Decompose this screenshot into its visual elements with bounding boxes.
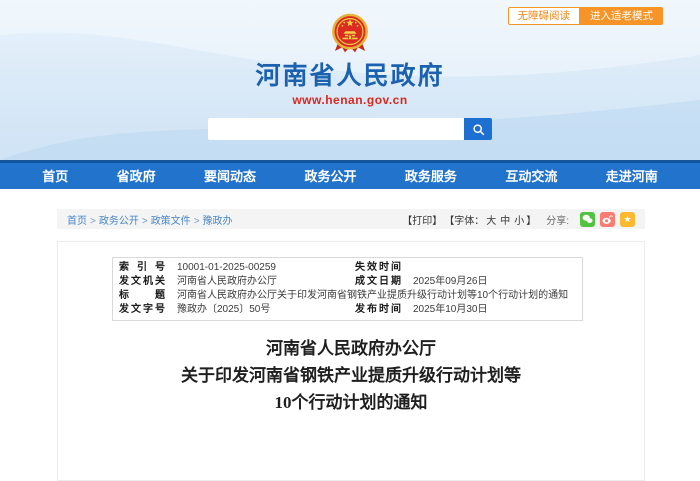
meta-label-expiry-date: 失效时间 (355, 262, 401, 273)
national-emblem-logo (332, 13, 368, 53)
meta-label-index-number: 索引号 (119, 262, 165, 273)
weibo-share-icon[interactable] (600, 211, 615, 227)
breadcrumb-government-affairs[interactable]: 政务公开 (99, 216, 139, 227)
nav-item-government-affairs[interactable]: 政务公开 (304, 162, 356, 191)
search-input[interactable] (208, 118, 464, 140)
document-title-line-2: 关于印发河南省钢铁产业提质升级行动计划等 (181, 366, 521, 385)
breadcrumb: 首页 > 政务公开 > 政策文件 > 豫政办 (67, 212, 233, 227)
search-button[interactable] (464, 118, 492, 140)
document-container: 索引号 10001-01-2025-00259 失效时间 发文机关 河南省人民政… (57, 241, 645, 481)
meta-row-document-number: 发文字号 豫政办〔2025〕50号 发布时间 2025年10月30日 (113, 303, 582, 317)
main-content: 首页 > 政务公开 > 政策文件 > 豫政办 【打印】 【字体：大中小】 分享: ★ (0, 209, 700, 481)
breadcrumb-separator: > (90, 215, 96, 227)
meta-value-index-number: 10001-01-2025-00259 (177, 262, 276, 273)
meta-value-title: 河南省人民政府办公厅关于印发河南省钢铁产业提质升级行动计划等10个行动计划的通知 (177, 290, 569, 301)
print-button[interactable]: 【打印】 (402, 212, 442, 227)
page-tools: 【打印】 【字体：大中小】 分享: ★ (402, 211, 635, 227)
document-meta-table: 索引号 10001-01-2025-00259 失效时间 发文机关 河南省人民政… (112, 257, 583, 321)
accessibility-toolbar: 无障碍阅读 进入适老模式 (507, 7, 663, 25)
document-title-line-1: 河南省人民政府办公厅 (266, 339, 436, 358)
site-url: www.henan.gov.cn (292, 93, 408, 107)
nav-item-about-henan[interactable]: 走进河南 (606, 162, 658, 191)
nav-item-interaction[interactable]: 互动交流 (505, 162, 557, 191)
meta-label-title: 标题 (119, 290, 165, 301)
wechat-share-icon[interactable] (580, 211, 595, 227)
document-title: 河南省人民政府办公厅 关于印发河南省钢铁产业提质升级行动计划等 10个行动计划的… (58, 335, 644, 416)
font-size-medium-button[interactable]: 中 (500, 216, 510, 227)
share-label: 分享: (546, 215, 569, 227)
meta-value-written-date: 2025年09月26日 (413, 276, 488, 287)
meta-value-publish-date: 2025年10月30日 (413, 304, 488, 315)
breadcrumb-toolbar-strip: 首页 > 政务公开 > 政策文件 > 豫政办 【打印】 【字体：大中小】 分享: ★ (57, 209, 645, 229)
breadcrumb-home[interactable]: 首页 (67, 216, 87, 227)
meta-row-issuing-agency: 发文机关 河南省人民政府办公厅 成文日期 2025年09月26日 (113, 275, 582, 289)
site-header: 无障碍阅读 进入适老模式 河南省人民政府 www.henan.gov.cn (0, 0, 700, 160)
font-size-suffix: 】 (526, 215, 537, 227)
breadcrumb-yuzhengban[interactable]: 豫政办 (203, 216, 233, 227)
elder-mode-button[interactable]: 进入适老模式 (580, 7, 663, 25)
site-title: 河南省人民政府 (255, 62, 445, 90)
nav-item-services[interactable]: 政务服务 (405, 162, 457, 191)
search-icon (472, 123, 484, 135)
breadcrumb-separator: > (193, 215, 200, 227)
meta-value-issuing-agency: 河南省人民政府办公厅 (177, 276, 277, 287)
meta-label-written-date: 成文日期 (355, 276, 401, 287)
font-size-control: 【字体：大中小】 (444, 212, 536, 227)
font-size-small-button[interactable]: 小 (514, 216, 524, 227)
breadcrumb-separator: > (141, 215, 148, 227)
font-size-large-button[interactable]: 大 (486, 216, 496, 227)
meta-label-document-number: 发文字号 (119, 304, 165, 315)
favorite-star-icon[interactable]: ★ (620, 211, 635, 227)
main-navigation: 首页 省政府 要闻动态 政务公开 政务服务 互动交流 走进河南 (0, 160, 700, 189)
meta-row-title: 标题 河南省人民政府办公厅关于印发河南省钢铁产业提质升级行动计划等10个行动计划… (113, 289, 582, 303)
meta-value-document-number: 豫政办〔2025〕50号 (177, 304, 271, 315)
nav-item-provincial-government[interactable]: 省政府 (117, 162, 156, 191)
accessibility-reading-button[interactable]: 无障碍阅读 (507, 7, 580, 25)
search-bar (208, 118, 492, 140)
nav-item-news[interactable]: 要闻动态 (204, 162, 256, 191)
nav-item-home[interactable]: 首页 (42, 162, 68, 191)
font-size-prefix: 【字体： (444, 215, 485, 227)
meta-label-publish-date: 发布时间 (355, 304, 401, 315)
breadcrumb-policy-documents[interactable]: 政策文件 (151, 216, 191, 227)
meta-row-index: 索引号 10001-01-2025-00259 失效时间 (113, 261, 582, 275)
meta-label-issuing-agency: 发文机关 (119, 276, 165, 287)
document-title-line-3: 10个行动计划的通知 (274, 393, 428, 412)
